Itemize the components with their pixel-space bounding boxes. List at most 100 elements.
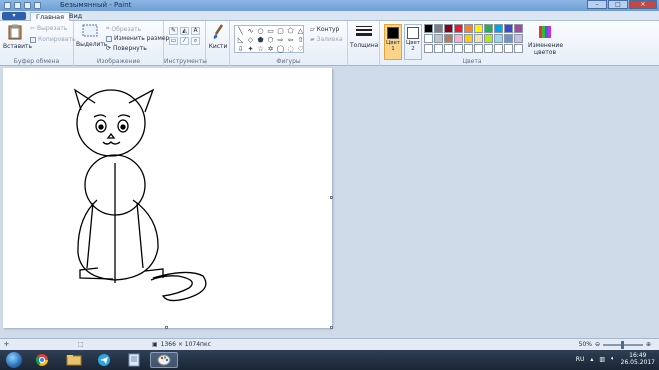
minimize-button[interactable]: – [587, 0, 607, 9]
arrow-right-icon[interactable]: ⇨ [276, 36, 285, 44]
palette-swatch[interactable] [444, 44, 453, 53]
magnifier-icon[interactable]: ⌕ [191, 37, 200, 45]
pencil-icon[interactable]: ✎ [169, 27, 178, 35]
callout-oval-icon[interactable]: ◌ [286, 45, 295, 53]
telegram-taskbar-button[interactable] [90, 352, 118, 368]
file-menu-button[interactable]: ▾ [2, 12, 26, 20]
palette-swatch[interactable] [514, 34, 523, 43]
polygon-icon[interactable]: ⬠ [286, 27, 295, 35]
outline-button[interactable]: ▱ Контур [310, 26, 339, 33]
language-indicator[interactable]: RU [576, 356, 585, 363]
color1-button[interactable]: Цвет 1 [384, 24, 402, 60]
palette-swatch[interactable] [484, 24, 493, 33]
copy-button[interactable]: Копировать [30, 36, 75, 43]
palette-swatch[interactable] [424, 34, 433, 43]
undo-icon[interactable] [24, 2, 31, 9]
resize-handle-bottom[interactable] [165, 326, 168, 329]
close-button[interactable]: ✕ [629, 0, 657, 9]
select-button[interactable]: Выделить [76, 24, 107, 48]
crop-button[interactable]: ⌗ Обрезать [106, 25, 141, 33]
arrow-down-icon[interactable]: ⇩ [236, 45, 245, 53]
palette-swatch[interactable] [474, 44, 483, 53]
star4-icon[interactable]: ✦ [246, 45, 255, 53]
clock[interactable]: 16:49 26.05.2017 [621, 352, 655, 366]
palette-swatch[interactable] [444, 24, 453, 33]
speaker-icon[interactable]: 🔈︎ [611, 355, 615, 363]
color-picker-icon[interactable]: ⁄ [180, 37, 189, 45]
fill-bucket-icon[interactable]: ◭ [180, 27, 189, 35]
palette-swatch[interactable] [494, 34, 503, 43]
palette-swatch[interactable] [514, 44, 523, 53]
palette-swatch[interactable] [464, 34, 473, 43]
oval-icon[interactable]: ○ [256, 27, 265, 35]
hexagon-icon[interactable]: ⬡ [266, 36, 275, 44]
heart-icon[interactable]: ♡ [296, 45, 305, 53]
callout-round-icon[interactable]: ◯ [276, 45, 285, 53]
document-taskbar-button[interactable] [120, 352, 148, 368]
color2-button[interactable]: Цвет 2 [404, 24, 422, 60]
tab-view[interactable]: Вид [64, 12, 87, 21]
palette-swatch[interactable] [484, 44, 493, 53]
palette-swatch[interactable] [434, 34, 443, 43]
curve-icon[interactable]: ∿ [246, 27, 255, 35]
brushes-button[interactable]: Кисти [207, 24, 229, 50]
maximize-button[interactable]: □ [608, 0, 628, 9]
palette-swatch[interactable] [464, 24, 473, 33]
palette-swatch[interactable] [484, 34, 493, 43]
chrome-taskbar-button[interactable] [28, 352, 56, 368]
pentagon-icon[interactable]: ⬟ [256, 36, 265, 44]
palette-swatch[interactable] [434, 24, 443, 33]
line-icon[interactable]: ╲ [236, 27, 245, 35]
zoom-out-button[interactable]: ⊖ [595, 341, 600, 348]
palette-swatch[interactable] [454, 24, 463, 33]
palette-swatch[interactable] [504, 34, 513, 43]
save-icon[interactable] [14, 2, 21, 9]
palette-swatch[interactable] [474, 34, 483, 43]
palette-swatch[interactable] [474, 24, 483, 33]
resize-handle-right[interactable] [330, 196, 333, 199]
fill-button[interactable]: ▰ Заливка [310, 36, 343, 43]
palette-swatch[interactable] [444, 34, 453, 43]
arrow-left-icon[interactable]: ⇦ [286, 36, 295, 44]
paint-taskbar-button[interactable] [150, 352, 178, 368]
palette-swatch[interactable] [424, 44, 433, 53]
arrow-up-icon[interactable]: ▴ [590, 356, 593, 363]
shapes-gallery[interactable]: ╲ ∿ ○ ▭ ▢ ⬠ △ ◺ ◇ ⬟ ⬡ ⇨ ⇦ ⇧ ⇩ ✦ ☆ ✡ ◯ ◌ … [234, 25, 304, 53]
zoom-slider[interactable] [602, 340, 643, 349]
network-icon[interactable]: ▥ [599, 356, 605, 363]
arrow-up-icon[interactable]: ⇧ [296, 36, 305, 44]
zoom-slider-thumb[interactable] [620, 340, 624, 349]
paste-button[interactable]: Вставить [3, 24, 32, 50]
explorer-taskbar-button[interactable] [60, 352, 88, 368]
palette-swatch[interactable] [514, 24, 523, 33]
rounded-rectangle-icon[interactable]: ▢ [276, 27, 285, 35]
palette-swatch[interactable] [454, 34, 463, 43]
star6-icon[interactable]: ✡ [266, 45, 275, 53]
palette-swatch[interactable] [454, 44, 463, 53]
palette-swatch[interactable] [494, 44, 503, 53]
palette-swatch[interactable] [434, 44, 443, 53]
palette-swatch[interactable] [504, 44, 513, 53]
start-button[interactable] [6, 352, 22, 368]
palette-swatch[interactable] [504, 24, 513, 33]
size-button[interactable]: Толщина [350, 25, 378, 49]
zoom-in-button[interactable]: ⊕ [646, 341, 651, 348]
triangle-icon[interactable]: △ [296, 27, 305, 35]
palette-swatch[interactable] [464, 44, 473, 53]
rectangle-icon[interactable]: ▭ [266, 27, 275, 35]
palette-swatch[interactable] [424, 24, 433, 33]
rotate-button[interactable]: ⟳ Повернуть [106, 45, 147, 52]
resize-handle-corner[interactable] [330, 326, 333, 329]
resize-button[interactable]: Изменить размер [106, 35, 169, 42]
right-triangle-icon[interactable]: ◺ [236, 36, 245, 44]
eraser-icon[interactable]: ▭ [169, 37, 178, 45]
paint-app-icon[interactable] [4, 2, 11, 9]
drawing-canvas[interactable] [3, 68, 333, 329]
text-icon[interactable]: A [191, 27, 200, 35]
diamond-icon[interactable]: ◇ [246, 36, 255, 44]
star5-icon[interactable]: ☆ [256, 45, 265, 53]
edit-colors-button[interactable]: Изменение цветов [528, 25, 563, 56]
palette-swatch[interactable] [494, 24, 503, 33]
cut-button[interactable]: ✂ Вырезать [30, 25, 67, 32]
redo-icon[interactable] [34, 2, 41, 9]
